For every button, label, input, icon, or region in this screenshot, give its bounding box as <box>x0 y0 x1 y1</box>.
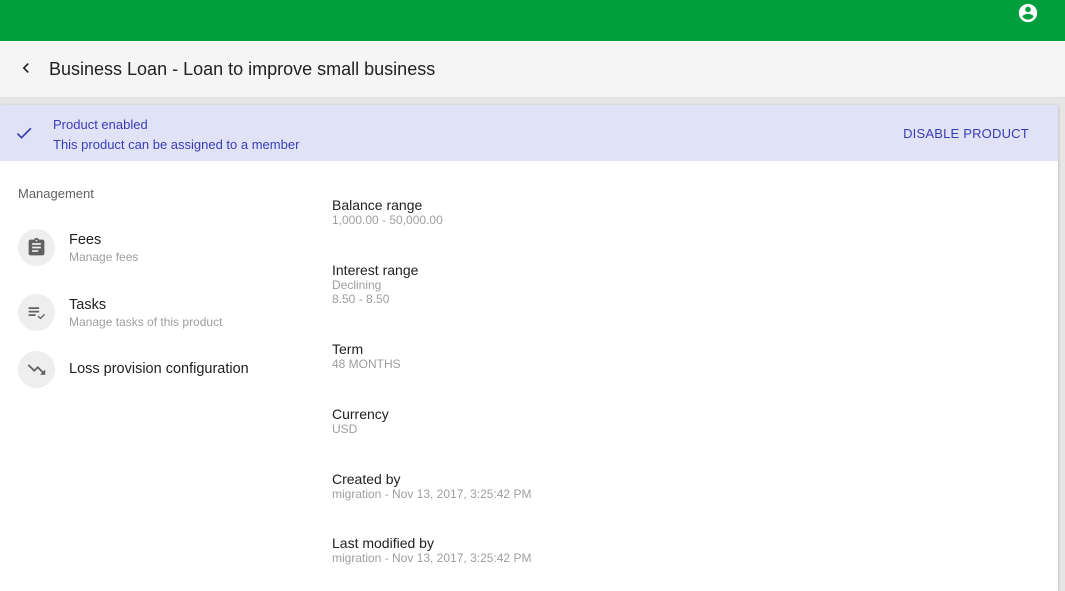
playlist-check-icon <box>28 307 45 320</box>
tasks-avatar <box>18 294 55 331</box>
interest-range-value: 8.50 - 8.50 <box>332 292 390 306</box>
last-modified-by-label: Last modified by <box>332 535 434 551</box>
detail-balance-range: Balance range 1,000.00 - 50,000.00 <box>332 197 443 227</box>
status-title: Product enabled <box>53 117 148 132</box>
last-modified-by-value: migration - Nov 13, 2017, 3:25:42 PM <box>332 551 532 565</box>
product-detail-card: Product enabled This product can be assi… <box>0 105 1058 591</box>
detail-term: Term 48 MONTHS <box>332 341 401 371</box>
fees-sublabel: Manage fees <box>69 250 139 264</box>
account-circle-icon[interactable] <box>1017 2 1039 24</box>
interest-range-label: Interest range <box>332 262 419 278</box>
currency-label: Currency <box>332 406 389 422</box>
fees-avatar <box>18 229 55 266</box>
tasks-sublabel: Manage tasks of this product <box>69 315 223 329</box>
management-heading: Management <box>18 186 94 201</box>
detail-created-by: Created by migration - Nov 13, 2017, 3:2… <box>332 471 531 501</box>
currency-value: USD <box>332 422 358 436</box>
management-item-fees[interactable]: Fees Manage fees <box>18 229 308 267</box>
term-value: 48 MONTHS <box>332 357 401 371</box>
loss-provision-label: Loss provision configuration <box>69 361 249 377</box>
detail-currency: Currency USD <box>332 406 389 436</box>
check-icon <box>16 127 32 139</box>
tasks-label: Tasks <box>69 297 107 313</box>
term-label: Term <box>332 341 364 357</box>
management-item-tasks[interactable]: Tasks Manage tasks of this product <box>18 294 308 332</box>
loss-provision-avatar <box>18 351 55 388</box>
interest-range-type: Declining <box>332 278 382 292</box>
detail-last-modified-by: Last modified by migration - Nov 13, 201… <box>332 535 531 565</box>
clipboard-icon <box>28 237 45 256</box>
product-status-banner: Product enabled This product can be assi… <box>0 105 1058 161</box>
app-toolbar <box>0 0 1065 41</box>
created-by-value: migration - Nov 13, 2017, 3:25:42 PM <box>332 487 532 501</box>
disable-product-button[interactable]: DISABLE PRODUCT <box>896 119 1036 147</box>
management-item-loss-provision[interactable]: Loss provision configuration <box>18 351 308 389</box>
balance-range-value: 1,000.00 - 50,000.00 <box>332 213 443 227</box>
created-by-label: Created by <box>332 471 401 487</box>
trending-down-icon <box>27 364 46 375</box>
page-header: Business Loan - Loan to improve small bu… <box>0 41 1065 98</box>
page-title: Business Loan - Loan to improve small bu… <box>49 59 436 79</box>
status-subtitle: This product can be assigned to a member <box>53 137 300 152</box>
balance-range-label: Balance range <box>332 197 423 213</box>
fees-label: Fees <box>69 232 102 248</box>
detail-interest-range: Interest range Declining 8.50 - 8.50 <box>332 262 418 306</box>
chevron-left-icon[interactable] <box>16 58 36 78</box>
